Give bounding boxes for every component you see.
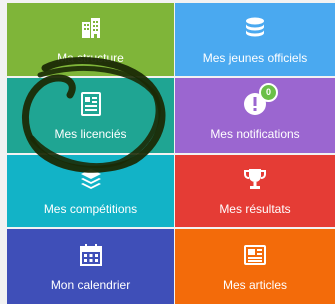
- newspaper-icon: [242, 242, 268, 268]
- building-icon: [78, 15, 104, 41]
- tile-mon-calendrier[interactable]: Mon calendrier: [7, 229, 174, 304]
- database-icon: [242, 15, 268, 41]
- tile-label: Mes compétitions: [43, 202, 138, 216]
- id-card-icon: [78, 91, 104, 117]
- tile-label: Mes notifications: [210, 126, 300, 141]
- bell-icon: 0: [242, 82, 278, 117]
- tile-mes-competitions[interactable]: Mes compétitions: [7, 155, 174, 227]
- layers-icon: [78, 166, 104, 192]
- tile-mes-licencies[interactable]: Mes licenciés: [7, 78, 174, 153]
- calendar-icon: [78, 242, 104, 268]
- tile-mes-notifications[interactable]: 0 Mes notifications: [175, 78, 335, 153]
- tile-mes-articles[interactable]: Mes articles: [175, 229, 335, 304]
- tile-label: Mes jeunes officiels: [202, 50, 308, 65]
- dashboard-grid: Ma structure Mes jeunes officiels Mes li…: [0, 0, 335, 304]
- tile-label: Mes résultats: [219, 202, 291, 216]
- tile-ma-structure[interactable]: Ma structure: [7, 3, 174, 76]
- tile-label: Mes licenciés: [54, 126, 127, 141]
- tile-mes-resultats[interactable]: Mes résultats: [175, 155, 335, 227]
- tile-label: Ma structure: [57, 50, 124, 65]
- notification-badge: 0: [259, 82, 278, 102]
- tile-label: Mon calendrier: [50, 277, 131, 292]
- tile-mes-jeunes-officiels[interactable]: Mes jeunes officiels: [175, 3, 335, 76]
- tile-label: Mes articles: [222, 277, 287, 292]
- trophy-icon: [242, 166, 268, 192]
